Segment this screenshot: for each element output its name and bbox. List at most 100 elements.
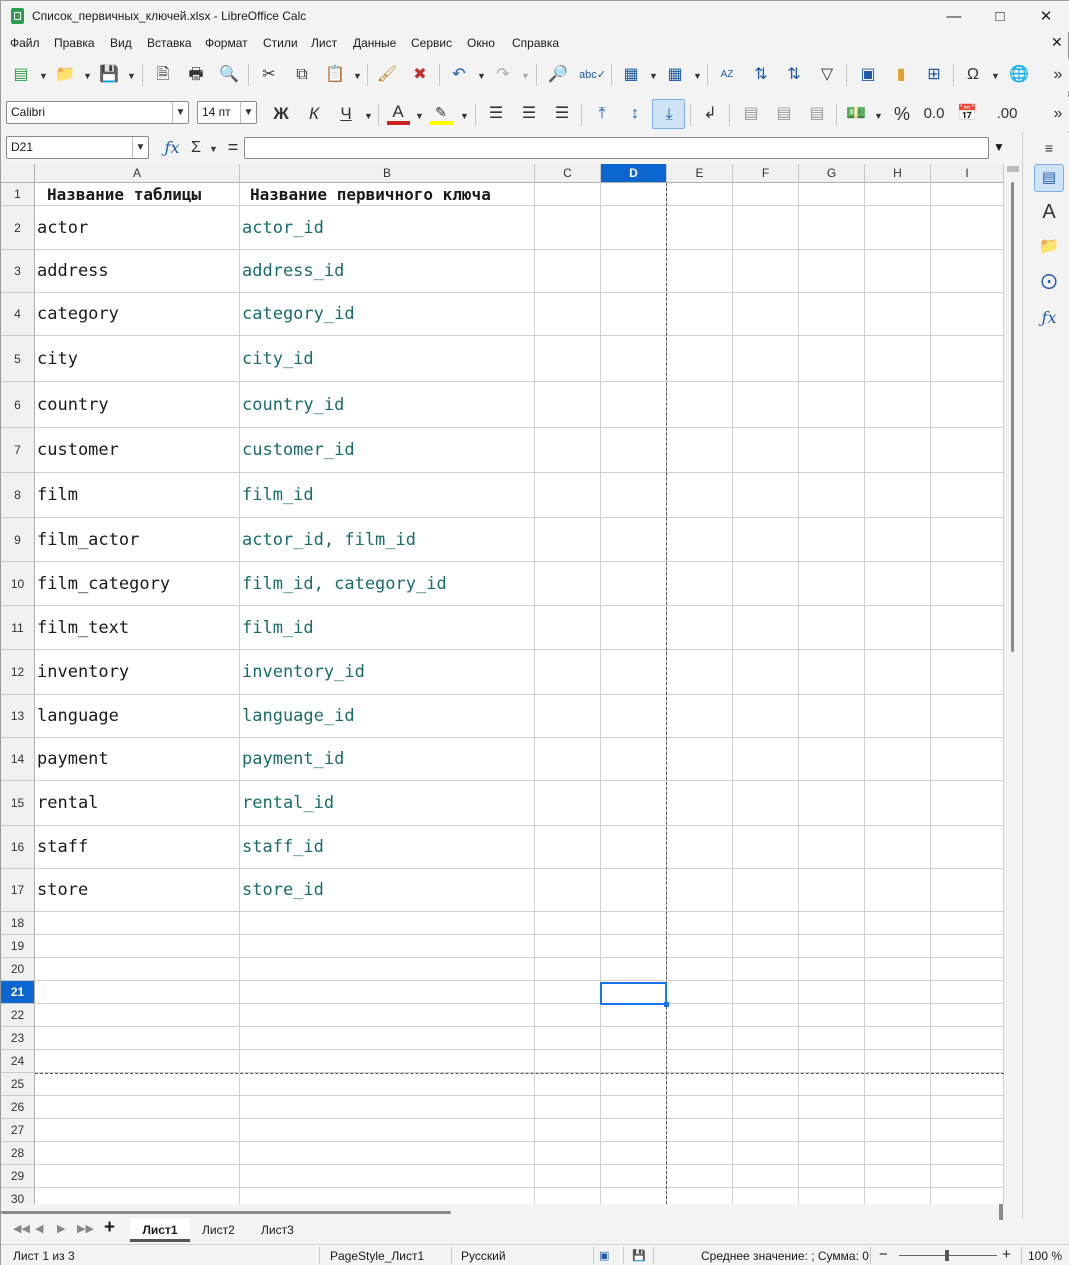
cell-empty[interactable] — [931, 869, 1004, 912]
cell-empty[interactable] — [601, 473, 667, 518]
cell-empty[interactable] — [865, 981, 931, 1004]
insert-chart-icon[interactable]: ▮ — [889, 63, 913, 87]
select-all-corner[interactable] — [1, 164, 35, 183]
cell-empty[interactable] — [733, 293, 799, 336]
zoom-out-icon[interactable]: − — [879, 1246, 888, 1263]
column-header-f[interactable]: F — [733, 164, 799, 183]
cell-empty[interactable] — [733, 1096, 799, 1119]
cell-empty[interactable] — [865, 606, 931, 650]
sheet-tab-1[interactable]: Лист1 — [130, 1218, 190, 1242]
cell-table-name[interactable]: film — [35, 473, 240, 518]
menu-styles[interactable]: Стили — [263, 36, 298, 50]
cell-empty[interactable] — [865, 562, 931, 606]
cell-table-name[interactable]: film_text — [35, 606, 240, 650]
cell-empty[interactable] — [865, 826, 931, 869]
cell-empty[interactable] — [931, 562, 1004, 606]
cell-empty[interactable] — [931, 1165, 1004, 1188]
cell-empty[interactable] — [667, 336, 733, 382]
insert-image-icon[interactable]: ▣ — [856, 63, 880, 87]
cell-empty[interactable] — [667, 650, 733, 695]
cell-empty[interactable] — [865, 1165, 931, 1188]
center-vertically-icon[interactable]: ↕ — [623, 102, 647, 126]
sheet-tab-3[interactable]: Лист3 — [261, 1223, 294, 1237]
cell-empty[interactable] — [601, 382, 667, 428]
cell-empty[interactable] — [931, 958, 1004, 981]
scrollbar-thumb[interactable] — [1011, 182, 1014, 652]
cell-empty[interactable] — [799, 781, 865, 826]
cell-empty[interactable] — [931, 1004, 1004, 1027]
cell-empty[interactable] — [733, 781, 799, 826]
menu-insert[interactable]: Вставка — [147, 36, 192, 50]
number-format-icon[interactable]: 0.0 — [922, 102, 946, 126]
align-left-icon[interactable]: ☰ — [484, 102, 508, 126]
row-header[interactable]: 29 — [1, 1165, 35, 1188]
cell-empty[interactable] — [799, 1119, 865, 1142]
sidebar-menu-icon[interactable]: ≡ — [1037, 136, 1061, 160]
expand-formula-icon[interactable]: ▼ — [993, 140, 1005, 154]
row-header[interactable]: 2 — [1, 206, 35, 250]
scroll-split-handle[interactable] — [999, 1204, 1003, 1220]
cell-empty[interactable] — [865, 1188, 931, 1204]
sort-ascending-icon[interactable]: ⇅ — [749, 63, 773, 87]
cell-empty[interactable] — [799, 738, 865, 781]
cell-empty[interactable] — [601, 562, 667, 606]
cell-empty[interactable] — [733, 826, 799, 869]
cell-empty[interactable] — [667, 473, 733, 518]
cell-empty[interactable] — [535, 1119, 601, 1142]
cell-empty[interactable] — [931, 650, 1004, 695]
cell-table-name[interactable] — [35, 1096, 240, 1119]
next-sheet-icon[interactable]: ▶ — [57, 1222, 65, 1235]
cell-empty[interactable] — [931, 738, 1004, 781]
find-replace-icon[interactable]: 🔎 — [546, 63, 570, 87]
cell-empty[interactable] — [865, 518, 931, 562]
cell-empty[interactable] — [733, 650, 799, 695]
export-pdf-icon[interactable]: 🗎 — [151, 63, 175, 87]
cell-primary-key[interactable] — [240, 958, 535, 981]
menu-edit[interactable]: Правка — [54, 36, 95, 50]
cell-empty[interactable] — [931, 518, 1004, 562]
row-header[interactable]: 13 — [1, 695, 35, 738]
sheet-tab-2[interactable]: Лист2 — [202, 1223, 235, 1237]
cell-primary-key[interactable]: film_id, category_id — [240, 562, 535, 606]
cell-empty[interactable] — [865, 935, 931, 958]
cell-empty[interactable] — [601, 650, 667, 695]
cell-empty[interactable] — [667, 1119, 733, 1142]
menu-view[interactable]: Вид — [110, 36, 132, 50]
row-header[interactable]: 12 — [1, 650, 35, 695]
cell-empty[interactable] — [865, 473, 931, 518]
cell-primary-key[interactable]: payment_id — [240, 738, 535, 781]
cell-empty[interactable] — [535, 958, 601, 981]
cell-empty[interactable] — [535, 981, 601, 1004]
cell-table-name[interactable] — [35, 1188, 240, 1204]
menu-file[interactable]: Файл — [10, 36, 40, 50]
cell-empty[interactable] — [535, 1188, 601, 1204]
cell-empty[interactable] — [535, 518, 601, 562]
sum-icon[interactable]: Σ — [184, 136, 208, 160]
cell-empty[interactable] — [799, 336, 865, 382]
column-header-i[interactable]: I — [931, 164, 1004, 183]
row-header[interactable]: 8 — [1, 473, 35, 518]
cell-empty[interactable] — [535, 428, 601, 473]
chevron-down-icon[interactable]: ▼ — [991, 71, 1000, 81]
menu-sheet[interactable]: Лист — [311, 36, 337, 50]
cell-empty[interactable] — [931, 1142, 1004, 1165]
column-header-g[interactable]: G — [799, 164, 865, 183]
cell-table-name[interactable]: country — [35, 382, 240, 428]
cell-empty[interactable] — [535, 912, 601, 935]
sort-icon[interactable]: AZ — [715, 63, 739, 87]
cut-icon[interactable]: ✂ — [257, 63, 281, 87]
cell-primary-key[interactable] — [240, 912, 535, 935]
cell-empty[interactable] — [799, 826, 865, 869]
close-window-button[interactable]: ✕ — [1023, 1, 1069, 32]
previous-sheet-icon[interactable]: ◀ — [35, 1222, 43, 1235]
document-modified-icon[interactable]: 💾 — [632, 1249, 646, 1262]
navigator-icon[interactable]: ⨀ — [1037, 270, 1061, 294]
row-header[interactable]: 17 — [1, 869, 35, 912]
chevron-down-icon[interactable]: ▼ — [364, 111, 373, 121]
cell-primary-key[interactable]: film_id — [240, 606, 535, 650]
functions-icon[interactable]: ƒx — [1037, 306, 1061, 330]
row-header[interactable]: 4 — [1, 293, 35, 336]
cell-empty[interactable] — [865, 382, 931, 428]
cell-empty[interactable] — [535, 183, 601, 206]
chevron-down-icon[interactable]: ▼ — [39, 71, 48, 81]
